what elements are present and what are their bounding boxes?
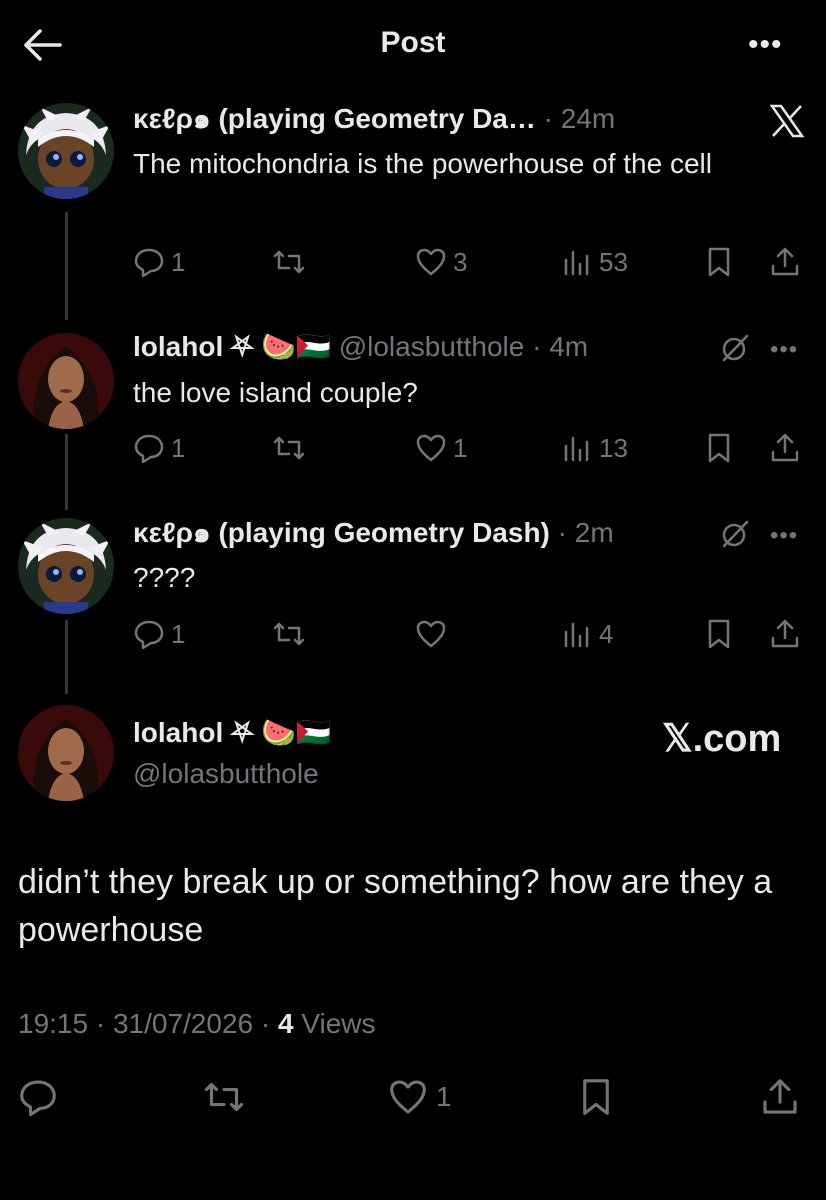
heart-icon bbox=[416, 620, 446, 648]
more-horizontal-icon[interactable]: ••• bbox=[748, 30, 783, 60]
bookmark-icon bbox=[708, 247, 730, 277]
share-button[interactable] bbox=[769, 616, 801, 652]
reply-button[interactable]: 1 bbox=[133, 616, 185, 652]
views-button[interactable]: 53 bbox=[561, 244, 628, 280]
post-text: ???? bbox=[133, 562, 196, 593]
thread-connector bbox=[65, 212, 68, 320]
grok-icon[interactable] bbox=[720, 519, 750, 549]
thread-connector bbox=[65, 620, 68, 694]
bookmark-button[interactable] bbox=[703, 616, 735, 652]
timestamp[interactable]: · 2m bbox=[558, 517, 614, 548]
heart-icon bbox=[416, 434, 446, 462]
reply-header: κεℓρ๑ (playing Geometry Dash) · 2m bbox=[133, 516, 614, 550]
reply-count: 1 bbox=[171, 618, 186, 649]
grok-icon[interactable] bbox=[720, 333, 750, 363]
avatar[interactable] bbox=[18, 518, 114, 614]
avatar-anime-boy-image bbox=[18, 518, 114, 614]
like-button[interactable] bbox=[415, 616, 447, 652]
avatar[interactable] bbox=[18, 333, 114, 429]
like-count: 1 bbox=[436, 1081, 452, 1112]
like-count: 3 bbox=[453, 246, 468, 277]
view-count: 53 bbox=[599, 246, 628, 277]
view-count: 13 bbox=[599, 432, 628, 463]
reply-button[interactable]: 1 bbox=[133, 244, 185, 280]
reply-icon bbox=[134, 434, 164, 464]
reply-icon bbox=[134, 248, 164, 278]
like-button[interactable]: 3 bbox=[415, 244, 467, 280]
bookmark-icon bbox=[708, 619, 730, 649]
reply-header: lolahol ⛧ 🍉🇵🇸 @lolasbutthole · 4m bbox=[133, 330, 588, 364]
repost-icon bbox=[273, 622, 305, 646]
avatar[interactable] bbox=[18, 103, 114, 199]
views-label: Views bbox=[301, 1008, 376, 1039]
action-bar: 1 4 bbox=[133, 616, 813, 652]
share-button[interactable] bbox=[760, 1077, 800, 1117]
like-button[interactable]: 1 bbox=[388, 1077, 452, 1117]
reply-button[interactable]: 1 bbox=[133, 430, 185, 466]
more-options-icon[interactable]: ••• bbox=[770, 524, 798, 548]
username[interactable]: @lolasbutthole bbox=[339, 331, 525, 362]
post-text: The mitochondria is the powerhouse of th… bbox=[133, 148, 712, 179]
bookmark-icon bbox=[708, 433, 730, 463]
bookmark-icon bbox=[583, 1079, 609, 1115]
share-icon bbox=[771, 247, 799, 276]
display-name[interactable]: lolahol ⛧ 🍉🇵🇸 bbox=[133, 717, 331, 748]
action-bar: 1 3 53 bbox=[133, 244, 813, 280]
post-timestamp[interactable]: 19:15 · 31/07/2026 · bbox=[18, 1008, 270, 1039]
views-chart-icon bbox=[564, 622, 589, 648]
repost-icon bbox=[273, 436, 305, 460]
main-post-text: didn’t they break up or something? how a… bbox=[18, 863, 773, 949]
share-button[interactable] bbox=[769, 430, 801, 466]
views-chart-icon bbox=[564, 250, 589, 276]
thread-connector bbox=[65, 434, 68, 510]
like-count: 1 bbox=[453, 432, 468, 463]
post-meta: 19:15 · 31/07/2026 · 4 Views bbox=[18, 1008, 376, 1040]
more-options-icon[interactable]: ••• bbox=[770, 338, 798, 362]
views-count: 4 bbox=[277, 1008, 294, 1039]
display-name[interactable]: κεℓρ๑ (playing Geometry Da… bbox=[133, 103, 536, 134]
bookmark-button[interactable] bbox=[703, 430, 735, 466]
views-button[interactable]: 4 bbox=[561, 616, 613, 652]
reply-count: 1 bbox=[171, 432, 186, 463]
repost-button[interactable] bbox=[273, 244, 305, 280]
repost-button[interactable] bbox=[273, 616, 305, 652]
x-com-watermark: 𝕏.com bbox=[662, 718, 782, 760]
bookmark-button[interactable] bbox=[703, 244, 735, 280]
timestamp[interactable]: · 4m bbox=[532, 331, 588, 362]
display-name[interactable]: lolahol ⛧ 🍉🇵🇸 bbox=[133, 331, 331, 362]
share-icon bbox=[763, 1079, 797, 1114]
reply-count: 1 bbox=[171, 246, 186, 277]
repost-icon bbox=[273, 250, 305, 274]
like-button[interactable]: 1 bbox=[415, 430, 467, 466]
avatar-woman-photo-image bbox=[18, 705, 114, 801]
x-logo-icon[interactable] bbox=[770, 104, 804, 138]
heart-icon bbox=[416, 248, 446, 276]
reply-icon bbox=[20, 1080, 56, 1117]
reply-header: κεℓρ๑ (playing Geometry Da… · 24m bbox=[133, 102, 615, 136]
display-name[interactable]: κεℓρ๑ (playing Geometry Dash) bbox=[133, 517, 550, 548]
share-icon bbox=[771, 619, 799, 648]
avatar-anime-boy-image bbox=[18, 103, 114, 199]
timestamp[interactable]: · 24m bbox=[544, 103, 616, 134]
repost-icon bbox=[204, 1082, 244, 1112]
repost-button[interactable] bbox=[204, 1077, 244, 1117]
bookmark-button[interactable] bbox=[576, 1077, 616, 1117]
page-title: Post bbox=[380, 26, 446, 59]
main-post-display-name[interactable]: lolahol ⛧ 🍉🇵🇸 bbox=[133, 716, 331, 750]
action-bar: 1 1 13 bbox=[133, 430, 813, 466]
reply-icon bbox=[134, 620, 164, 650]
repost-button[interactable] bbox=[273, 430, 305, 466]
view-count: 4 bbox=[599, 618, 614, 649]
post-text: the love island couple? bbox=[133, 377, 418, 408]
heart-icon bbox=[390, 1080, 426, 1114]
avatar-woman-photo-image bbox=[18, 333, 114, 429]
views-button[interactable]: 13 bbox=[561, 430, 628, 466]
reply-button[interactable] bbox=[18, 1077, 58, 1117]
share-icon bbox=[771, 433, 799, 462]
share-button[interactable] bbox=[769, 244, 801, 280]
avatar[interactable] bbox=[18, 705, 114, 801]
main-post-username[interactable]: @lolasbutthole bbox=[133, 757, 319, 791]
views-chart-icon bbox=[564, 436, 589, 462]
